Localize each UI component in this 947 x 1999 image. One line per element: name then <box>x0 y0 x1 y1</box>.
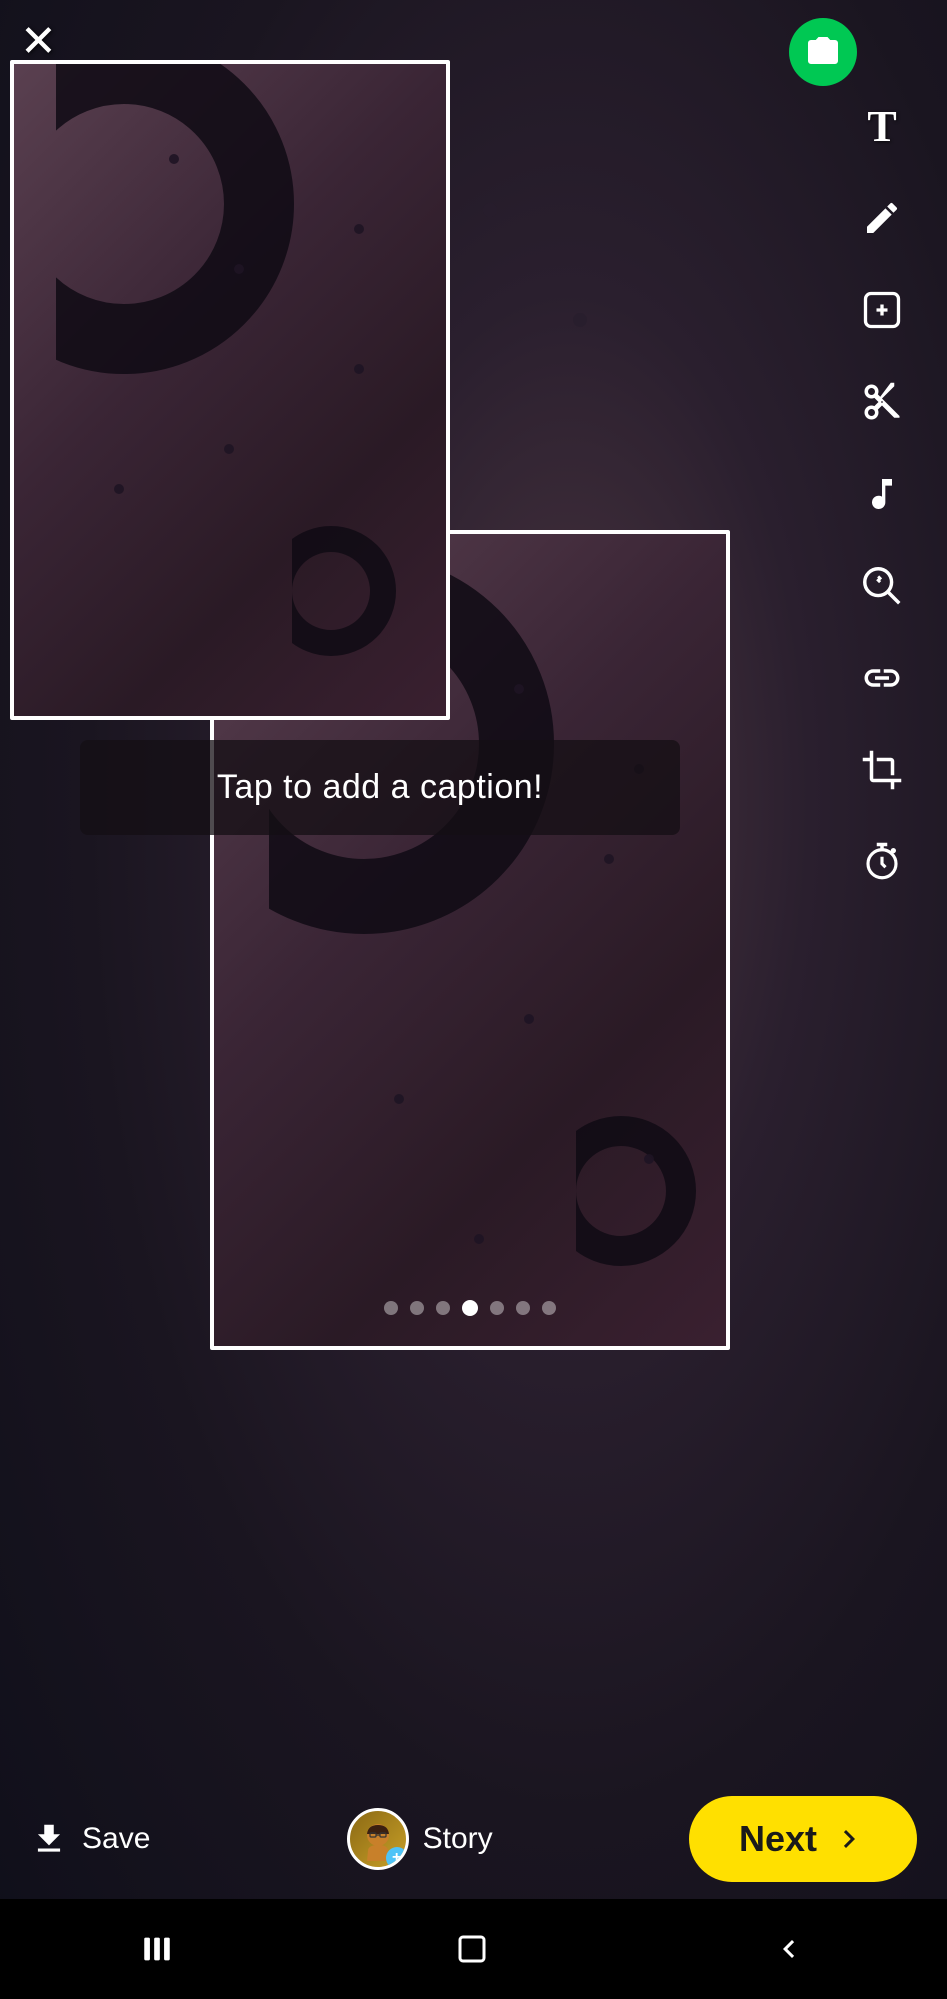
story-button[interactable]: + Story <box>347 1808 493 1870</box>
sticker-tool-icon[interactable] <box>856 284 908 336</box>
page-dot-4 <box>490 1301 504 1315</box>
text-tool-icon[interactable]: T <box>856 100 908 152</box>
page-dot-2 <box>436 1301 450 1315</box>
page-dot-6 <box>542 1301 556 1315</box>
music-tool-icon[interactable] <box>856 468 908 520</box>
lens-search-icon[interactable] <box>856 560 908 612</box>
story-plus-icon: + <box>386 1847 408 1869</box>
photo-frame-1[interactable] <box>10 60 450 720</box>
story-label: Story <box>423 1822 493 1856</box>
next-button[interactable]: Next <box>689 1796 917 1882</box>
bottom-bar: Save + Story Next <box>0 1779 947 1899</box>
page-dot-3-active <box>462 1300 478 1316</box>
save-label: Save <box>82 1822 150 1856</box>
story-avatar: + <box>347 1808 409 1870</box>
timer-tool-icon[interactable] <box>856 836 908 888</box>
back-nav-icon[interactable] <box>771 1931 807 1967</box>
next-arrow-icon <box>831 1821 867 1857</box>
right-toolbar: T <box>847 100 917 888</box>
crop-tool-icon[interactable] <box>856 744 908 796</box>
android-nav-bar <box>0 1899 947 1999</box>
scissors-tool-icon[interactable] <box>856 376 908 428</box>
pen-tool-icon[interactable] <box>856 192 908 244</box>
save-button[interactable]: Save <box>30 1820 150 1858</box>
close-button[interactable]: ✕ <box>20 20 57 64</box>
caption-text: Tap to add a caption! <box>217 768 543 806</box>
recents-nav-icon[interactable] <box>140 1932 174 1966</box>
next-label: Next <box>739 1818 817 1860</box>
page-dots <box>384 1300 556 1316</box>
page-dot-0 <box>384 1301 398 1315</box>
link-tool-icon[interactable] <box>856 652 908 704</box>
save-icon <box>30 1820 68 1858</box>
page-dot-5 <box>516 1301 530 1315</box>
page-dot-1 <box>410 1301 424 1315</box>
caption-bar[interactable]: Tap to add a caption! <box>80 740 680 835</box>
camera-icon[interactable] <box>789 18 857 86</box>
frame1-dots <box>14 64 446 716</box>
camera-svg <box>805 34 841 70</box>
home-nav-icon[interactable] <box>454 1931 490 1967</box>
